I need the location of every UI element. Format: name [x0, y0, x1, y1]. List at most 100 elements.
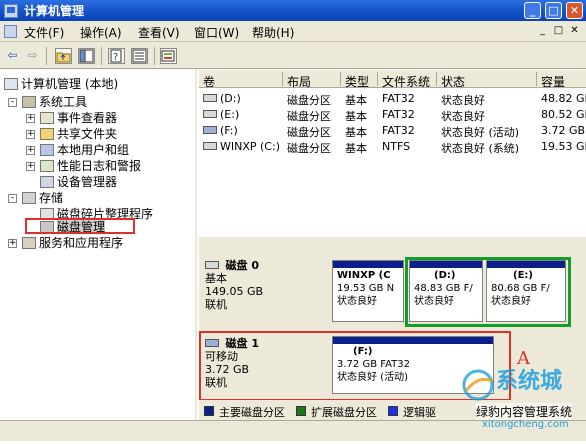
- table-row[interactable]: (F:) 磁盘分区 基本 FAT32 状态良好 (活动) 3.72 GB: [199, 123, 586, 139]
- menu-window[interactable]: 窗口(W): [194, 24, 239, 41]
- removable-drive-icon: [203, 126, 217, 134]
- child-close-button[interactable]: ✕: [568, 25, 581, 38]
- console-tree: 计算机管理 (本地) - 系统工具 + 事件查看器 + 共享文件夹 + 本地用户…: [0, 70, 197, 441]
- volume-layout: 磁盘分区: [287, 142, 331, 155]
- export-icon[interactable]: [160, 48, 177, 64]
- properties-icon[interactable]: [131, 48, 148, 64]
- menu-file[interactable]: 文件(F): [24, 24, 64, 41]
- shared-folder-icon: [40, 128, 54, 140]
- tree-item-shared-folders[interactable]: 共享文件夹: [40, 127, 117, 141]
- highlight-box: [25, 218, 135, 234]
- volume-filesystem: FAT32: [382, 124, 415, 137]
- tree-item-label: 共享文件夹: [57, 127, 118, 141]
- child-restore-button[interactable]: □: [552, 25, 565, 38]
- volume-type: 基本: [345, 142, 367, 155]
- toolbar-separator: [46, 47, 47, 65]
- menu-view[interactable]: 查看(V): [138, 24, 180, 41]
- tree-item-label: 设备管理器: [57, 175, 118, 189]
- minimize-button[interactable]: _: [524, 2, 541, 19]
- column-header-type[interactable]: 类型: [345, 73, 369, 90]
- tree-item-system-tools[interactable]: 系统工具: [22, 95, 87, 109]
- column-header-filesystem[interactable]: 文件系统: [382, 73, 430, 90]
- tree-item-label: 系统工具: [39, 95, 88, 109]
- watermark: 系统城 绿豹内容管理系统 xitongcheng.com: [456, 355, 586, 441]
- table-row[interactable]: (E:) 磁盘分区 基本 FAT32 状态良好 80.52 GB: [199, 107, 586, 123]
- expand-toggle[interactable]: +: [26, 146, 35, 155]
- expand-toggle[interactable]: +: [8, 239, 17, 248]
- disk-type: 基本: [205, 272, 227, 285]
- column-divider[interactable]: [436, 72, 437, 86]
- volume-layout: 磁盘分区: [287, 110, 331, 123]
- child-minimize-button[interactable]: _: [536, 25, 549, 38]
- menu-help[interactable]: 帮助(H): [252, 24, 294, 41]
- close-button[interactable]: ✕: [566, 2, 583, 19]
- back-button[interactable]: ⇦: [4, 48, 21, 64]
- tree-item-storage[interactable]: 存储: [22, 191, 63, 205]
- services-icon: [22, 237, 36, 249]
- help-icon[interactable]: ?: [108, 48, 125, 64]
- tree-item-root[interactable]: 计算机管理 (本地): [4, 77, 118, 91]
- expand-toggle[interactable]: +: [26, 130, 35, 139]
- column-divider[interactable]: [282, 72, 283, 86]
- menu-action[interactable]: 操作(A): [80, 24, 122, 41]
- performance-icon: [40, 160, 54, 172]
- show-hide-tree-icon[interactable]: [78, 48, 95, 64]
- column-header-volume[interactable]: 卷: [203, 73, 215, 90]
- column-header-status[interactable]: 状态: [441, 73, 465, 90]
- expand-toggle[interactable]: +: [26, 114, 35, 123]
- tree-item-label: 本地用户和组: [57, 143, 130, 157]
- column-divider[interactable]: [340, 72, 341, 86]
- highlight-box-green: [405, 257, 571, 327]
- volume-capacity: 80.52 GB: [541, 108, 586, 121]
- column-divider[interactable]: [536, 72, 537, 86]
- pane-splitter[interactable]: [199, 237, 586, 245]
- volume-status: 状态良好 (活动): [441, 126, 520, 139]
- partition-detail: 19.53 GB N: [337, 283, 395, 294]
- up-folder-icon[interactable]: [55, 48, 72, 64]
- window-title: 计算机管理: [24, 4, 85, 18]
- volume-type: 基本: [345, 94, 367, 107]
- expand-toggle[interactable]: +: [26, 162, 35, 171]
- mmc-document-icon[interactable]: [4, 25, 17, 38]
- collapse-toggle[interactable]: -: [8, 194, 17, 203]
- toolbar: ⇦ ⇨ ?: [0, 42, 586, 69]
- volume-filesystem: FAT32: [382, 92, 415, 105]
- disk-size: 149.05 GB: [205, 285, 264, 298]
- event-viewer-icon: [40, 112, 54, 124]
- column-header-layout[interactable]: 布局: [287, 73, 311, 90]
- device-manager-icon: [40, 176, 54, 188]
- table-row[interactable]: WINXP (C:) 磁盘分区 基本 NTFS 状态良好 (系统) 19.53 …: [199, 139, 586, 155]
- tree-item-label: 事件查看器: [57, 111, 118, 125]
- legend-label-primary: 主要磁盘分区: [219, 406, 285, 419]
- tree-item-label: 性能日志和警报: [57, 159, 142, 173]
- volume-filesystem: FAT32: [382, 108, 415, 121]
- volume-layout: 磁盘分区: [287, 94, 331, 107]
- toolbar-separator: [154, 47, 155, 65]
- column-header-capacity[interactable]: 容量: [541, 73, 565, 90]
- tree-item-perf-logs[interactable]: 性能日志和警报: [40, 159, 141, 173]
- volume-status: 状态良好: [441, 110, 485, 123]
- toolbar-separator: [101, 47, 102, 65]
- disk-0-info[interactable]: 磁盘 0 基本 149.05 GB 联机: [205, 259, 325, 319]
- tree-item-services[interactable]: 服务和应用程序: [22, 236, 123, 250]
- tree-item-device-manager[interactable]: 设备管理器: [40, 175, 117, 189]
- partition-c[interactable]: WINXP (C 19.53 GB N 状态良好: [332, 260, 404, 322]
- volume-layout: 磁盘分区: [287, 126, 331, 139]
- toolbox-icon: [22, 96, 36, 108]
- tree-item-event-viewer[interactable]: 事件查看器: [40, 111, 117, 125]
- menu-bar: 文件(F) 操作(A) 查看(V) 窗口(W) 帮助(H) _ □ ✕: [0, 21, 586, 42]
- hard-disk-icon: [205, 261, 219, 269]
- legend-label-extended: 扩展磁盘分区: [311, 406, 377, 419]
- forward-button[interactable]: ⇨: [24, 48, 41, 64]
- users-icon: [40, 144, 54, 156]
- column-divider[interactable]: [377, 72, 378, 86]
- volume-capacity: 3.72 GB: [541, 124, 586, 137]
- title-bar: 计算机管理 _ □ ✕: [0, 0, 586, 21]
- volume-capacity: 48.82 GB: [541, 92, 586, 105]
- collapse-toggle[interactable]: -: [8, 98, 17, 107]
- table-row[interactable]: (D:) 磁盘分区 基本 FAT32 状态良好 48.82 GB: [199, 91, 586, 107]
- maximize-button[interactable]: □: [545, 2, 562, 19]
- tree-item-local-users[interactable]: 本地用户和组: [40, 143, 129, 157]
- disk-name: 磁盘 0: [225, 259, 259, 272]
- volume-name: (D:): [220, 92, 241, 105]
